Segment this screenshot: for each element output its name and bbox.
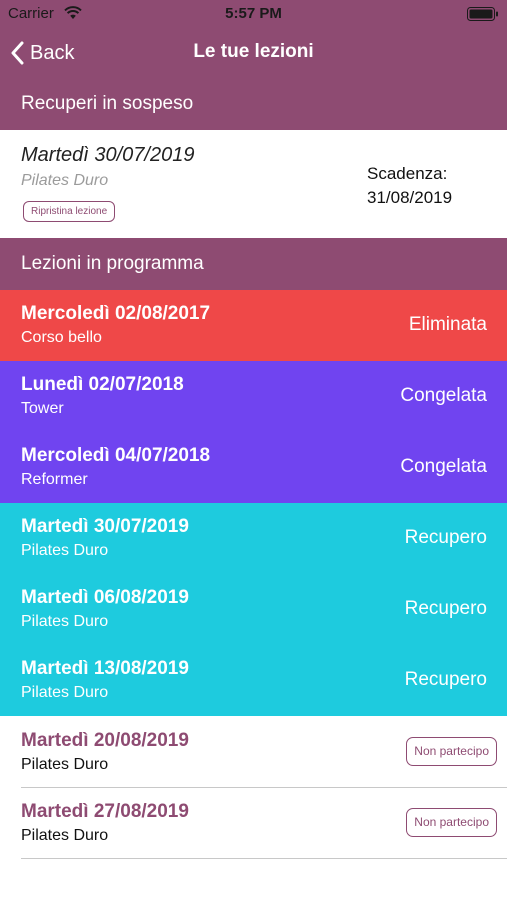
row-separator xyxy=(21,858,507,859)
lesson-date: Martedì 30/07/2019 xyxy=(21,516,189,537)
lesson-status: Recupero xyxy=(404,598,487,619)
section-header-pending: Recuperi in sospeso xyxy=(0,78,507,130)
lesson-status: Recupero xyxy=(404,527,487,548)
skip-lesson-button[interactable]: Non partecipo xyxy=(406,737,497,766)
page-title: Le tue lezioni xyxy=(193,41,314,62)
deadline-date: 31/08/2019 xyxy=(367,188,453,207)
lesson-row-upcoming[interactable]: Martedì 20/08/2019 Pilates Duro Non part… xyxy=(0,717,507,788)
status-bar: Carrier 5:57 PM xyxy=(0,0,507,28)
battery-icon xyxy=(467,7,498,21)
navigation-bar: Back Le tue lezioni xyxy=(0,28,507,78)
pending-date: Martedì 30/07/2019 xyxy=(21,144,195,166)
lesson-course: Pilates Duro xyxy=(21,613,109,630)
lesson-course: Pilates Duro xyxy=(21,756,109,773)
lesson-row-frozen[interactable]: Lunedì 02/07/2018 Tower Congelata xyxy=(0,361,507,432)
lesson-row-recovery[interactable]: Martedì 30/07/2019 Pilates Duro Recupero xyxy=(0,503,507,574)
lesson-status: Eliminata xyxy=(408,314,487,335)
lesson-course: Pilates Duro xyxy=(21,684,109,701)
lesson-status: Congelata xyxy=(400,385,487,406)
lesson-status: Congelata xyxy=(400,456,487,477)
lesson-row-recovery[interactable]: Martedì 06/08/2019 Pilates Duro Recupero xyxy=(0,574,507,645)
pending-recovery-item: Martedì 30/07/2019 Pilates Duro Ripristi… xyxy=(0,130,507,238)
lesson-row-deleted[interactable]: Mercoledì 02/08/2017 Corso bello Elimina… xyxy=(0,290,507,361)
lesson-course: Pilates Duro xyxy=(21,827,109,844)
status-time: 5:57 PM xyxy=(225,5,282,22)
lesson-date: Martedì 20/08/2019 xyxy=(21,730,189,751)
lesson-date: Martedì 13/08/2019 xyxy=(21,658,189,679)
lesson-date: Martedì 06/08/2019 xyxy=(21,587,189,608)
lesson-row-upcoming[interactable]: Martedì 27/08/2019 Pilates Duro Non part… xyxy=(0,788,507,859)
lesson-course: Tower xyxy=(21,400,64,417)
lesson-row-frozen[interactable]: Mercoledì 04/07/2018 Reformer Congelata xyxy=(0,432,507,503)
lesson-date: Mercoledì 04/07/2018 xyxy=(21,445,211,466)
lesson-course: Corso bello xyxy=(21,329,102,346)
lesson-row-recovery[interactable]: Martedì 13/08/2019 Pilates Duro Recupero xyxy=(0,645,507,716)
restore-lesson-button[interactable]: Ripristina lezione xyxy=(23,201,116,222)
lesson-date: Martedì 27/08/2019 xyxy=(21,801,189,822)
lesson-course: Pilates Duro xyxy=(21,542,109,559)
pending-course: Pilates Duro xyxy=(21,172,109,189)
deadline-label: Scadenza: xyxy=(367,164,448,183)
skip-lesson-button[interactable]: Non partecipo xyxy=(406,808,497,837)
lesson-date: Mercoledì 02/08/2017 xyxy=(21,303,211,324)
deadline: Scadenza: 31/08/2019 xyxy=(367,162,487,210)
lesson-date: Lunedì 02/07/2018 xyxy=(21,374,184,395)
lesson-status: Recupero xyxy=(404,669,487,690)
section-header-scheduled: Lezioni in programma xyxy=(0,238,507,290)
lesson-course: Reformer xyxy=(21,471,88,488)
